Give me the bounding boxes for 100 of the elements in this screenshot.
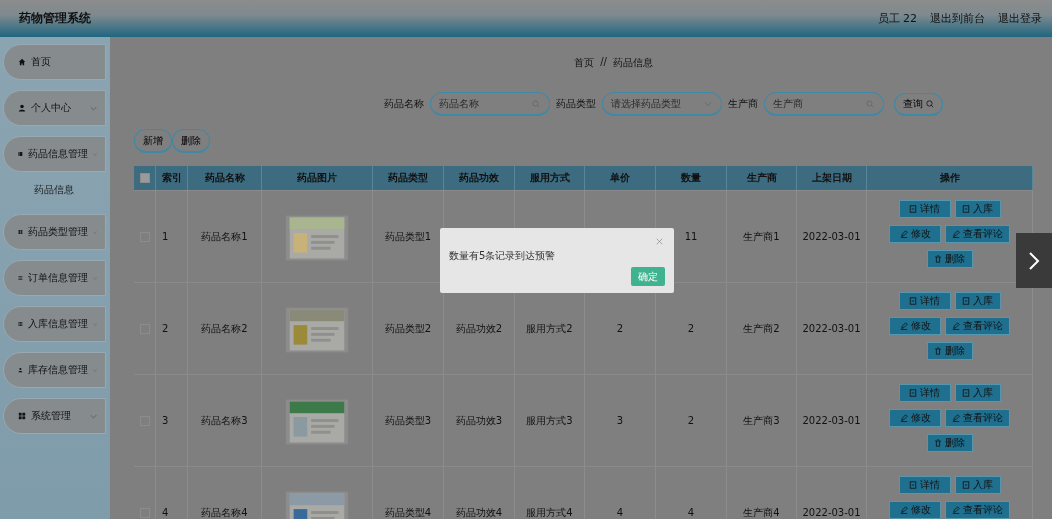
action-button[interactable]: 修改: [889, 225, 941, 243]
header-link[interactable]: 退出到前台: [930, 11, 985, 26]
close-icon[interactable]: [656, 238, 663, 245]
action-button[interactable]: 详情: [898, 384, 951, 402]
toolbar-button[interactable]: 新增: [134, 129, 172, 153]
table-cell: 药品功效3: [455, 413, 503, 428]
column-header: 药品名称: [188, 166, 262, 190]
header-link[interactable]: 退出登录: [998, 11, 1042, 26]
table-cell: 服用方式3: [526, 413, 573, 428]
app-title: 药物管理系统: [19, 10, 91, 27]
column-header: 药品类型: [373, 166, 444, 190]
table-cell: 2022-03-01: [802, 507, 861, 518]
dialog-message: 数量有5条记录到达预警: [449, 249, 556, 263]
search-field[interactable]: 生产商: [764, 92, 884, 116]
table-cell: 药品名称4: [201, 505, 248, 519]
pencil-icon: [952, 230, 960, 238]
user-label: 员工 22: [877, 11, 917, 26]
table-cell: 药品功效4: [455, 505, 503, 519]
sidebar-item[interactable]: 个人中心: [3, 90, 106, 126]
table-cell: 药品名称1: [201, 229, 248, 244]
table-cell: 服用方式4: [526, 505, 573, 519]
action-button[interactable]: 查看评论: [945, 317, 1010, 335]
column-header: 数量: [656, 166, 727, 190]
table-cell: 2022-03-01: [802, 323, 861, 334]
table-cell: 药品名称2: [201, 321, 248, 336]
table-cell: 药品功效2: [455, 321, 503, 336]
person-icon: [18, 366, 23, 374]
document-icon: [909, 297, 917, 305]
table-cell: 4: [616, 507, 624, 518]
sidebar-subitem[interactable]: 药品信息: [0, 179, 110, 211]
action-button[interactable]: 查看评论: [945, 225, 1010, 243]
action-button[interactable]: 修改: [889, 409, 941, 427]
action-button[interactable]: 查看评论: [945, 409, 1010, 427]
toolbar-button[interactable]: 删除: [172, 129, 210, 153]
document-icon: [909, 205, 917, 213]
table-cell: 2: [162, 323, 169, 334]
breadcrumb-link[interactable]: 首页: [574, 56, 595, 70]
pencil-icon: [952, 414, 960, 422]
sidebar-item[interactable]: 首页: [3, 44, 106, 80]
select-field[interactable]: 请选择药品类型: [602, 92, 722, 116]
pencil-icon: [899, 414, 908, 422]
select-all-checkbox[interactable]: [139, 173, 150, 183]
sidebar-item[interactable]: 药品类型管理: [3, 214, 106, 250]
grid-icon: [18, 320, 23, 328]
table-cell: 药品类型4: [384, 505, 432, 519]
grid-icon: [18, 228, 23, 236]
action-button[interactable]: 详情: [898, 200, 951, 218]
table-cell: 3: [616, 415, 624, 426]
pencil-icon: [899, 322, 908, 330]
table-cell: 4: [687, 507, 695, 518]
table-cell: 药品类型2: [384, 321, 432, 336]
table-cell: 生产商2: [743, 321, 780, 336]
action-button[interactable]: 详情: [898, 292, 951, 310]
action-button[interactable]: 查看评论: [945, 501, 1010, 519]
trash-icon: [934, 347, 942, 355]
action-button[interactable]: 删除: [926, 250, 973, 268]
action-button[interactable]: 删除: [926, 342, 973, 360]
action-button[interactable]: 入库: [954, 476, 1001, 494]
column-header: 药品功效: [444, 166, 515, 190]
table-cell: 服用方式2: [526, 321, 573, 336]
table-cell: 药品类型3: [384, 413, 432, 428]
table-cell: 2: [687, 415, 695, 426]
table-cell: 2022-03-01: [802, 231, 861, 242]
sidebar-item[interactable]: 系统管理: [3, 398, 106, 434]
action-button[interactable]: 入库: [954, 384, 1001, 402]
trash-icon: [934, 439, 942, 447]
table-cell: 生产商3: [743, 413, 780, 428]
breadcrumb-current: 药品信息: [612, 56, 653, 70]
search-field[interactable]: 药品名称: [430, 92, 550, 116]
pencil-icon: [899, 506, 908, 514]
document-icon: [909, 481, 917, 489]
table-cell: 药品名称3: [201, 413, 248, 428]
table-cell: 生产商1: [743, 229, 780, 244]
column-header: 上架日期: [797, 166, 867, 190]
sidebar-item[interactable]: 库存信息管理: [3, 352, 106, 388]
trash-icon: [934, 255, 942, 263]
sidebar-item[interactable]: 入库信息管理: [3, 306, 106, 342]
action-button[interactable]: 删除: [926, 434, 973, 452]
table-cell: 11: [684, 231, 698, 242]
sidebar-item[interactable]: 药品信息管理: [3, 136, 106, 172]
confirm-button[interactable]: 确定: [631, 267, 665, 286]
sidebar-item[interactable]: 订单信息管理: [3, 260, 106, 296]
breadcrumb-separator: //: [600, 56, 607, 69]
table-cell: 2: [687, 323, 695, 334]
action-button[interactable]: 修改: [889, 501, 941, 519]
next-button[interactable]: [1016, 233, 1052, 288]
chevron-right-icon: [1028, 250, 1040, 271]
action-button[interactable]: 详情: [898, 476, 951, 494]
document-icon: [962, 481, 970, 489]
document-icon: [962, 205, 970, 213]
search-icon: [926, 99, 934, 108]
action-button[interactable]: 入库: [954, 200, 1001, 218]
action-button[interactable]: 修改: [889, 317, 941, 335]
search-button[interactable]: 查询: [894, 92, 943, 116]
action-button[interactable]: 入库: [954, 292, 1001, 310]
home-icon: [18, 58, 26, 66]
table-cell: 2022-03-01: [802, 415, 861, 426]
book-icon: [18, 150, 23, 158]
table-cell: 4: [162, 507, 169, 518]
column-header: 索引: [156, 166, 188, 190]
